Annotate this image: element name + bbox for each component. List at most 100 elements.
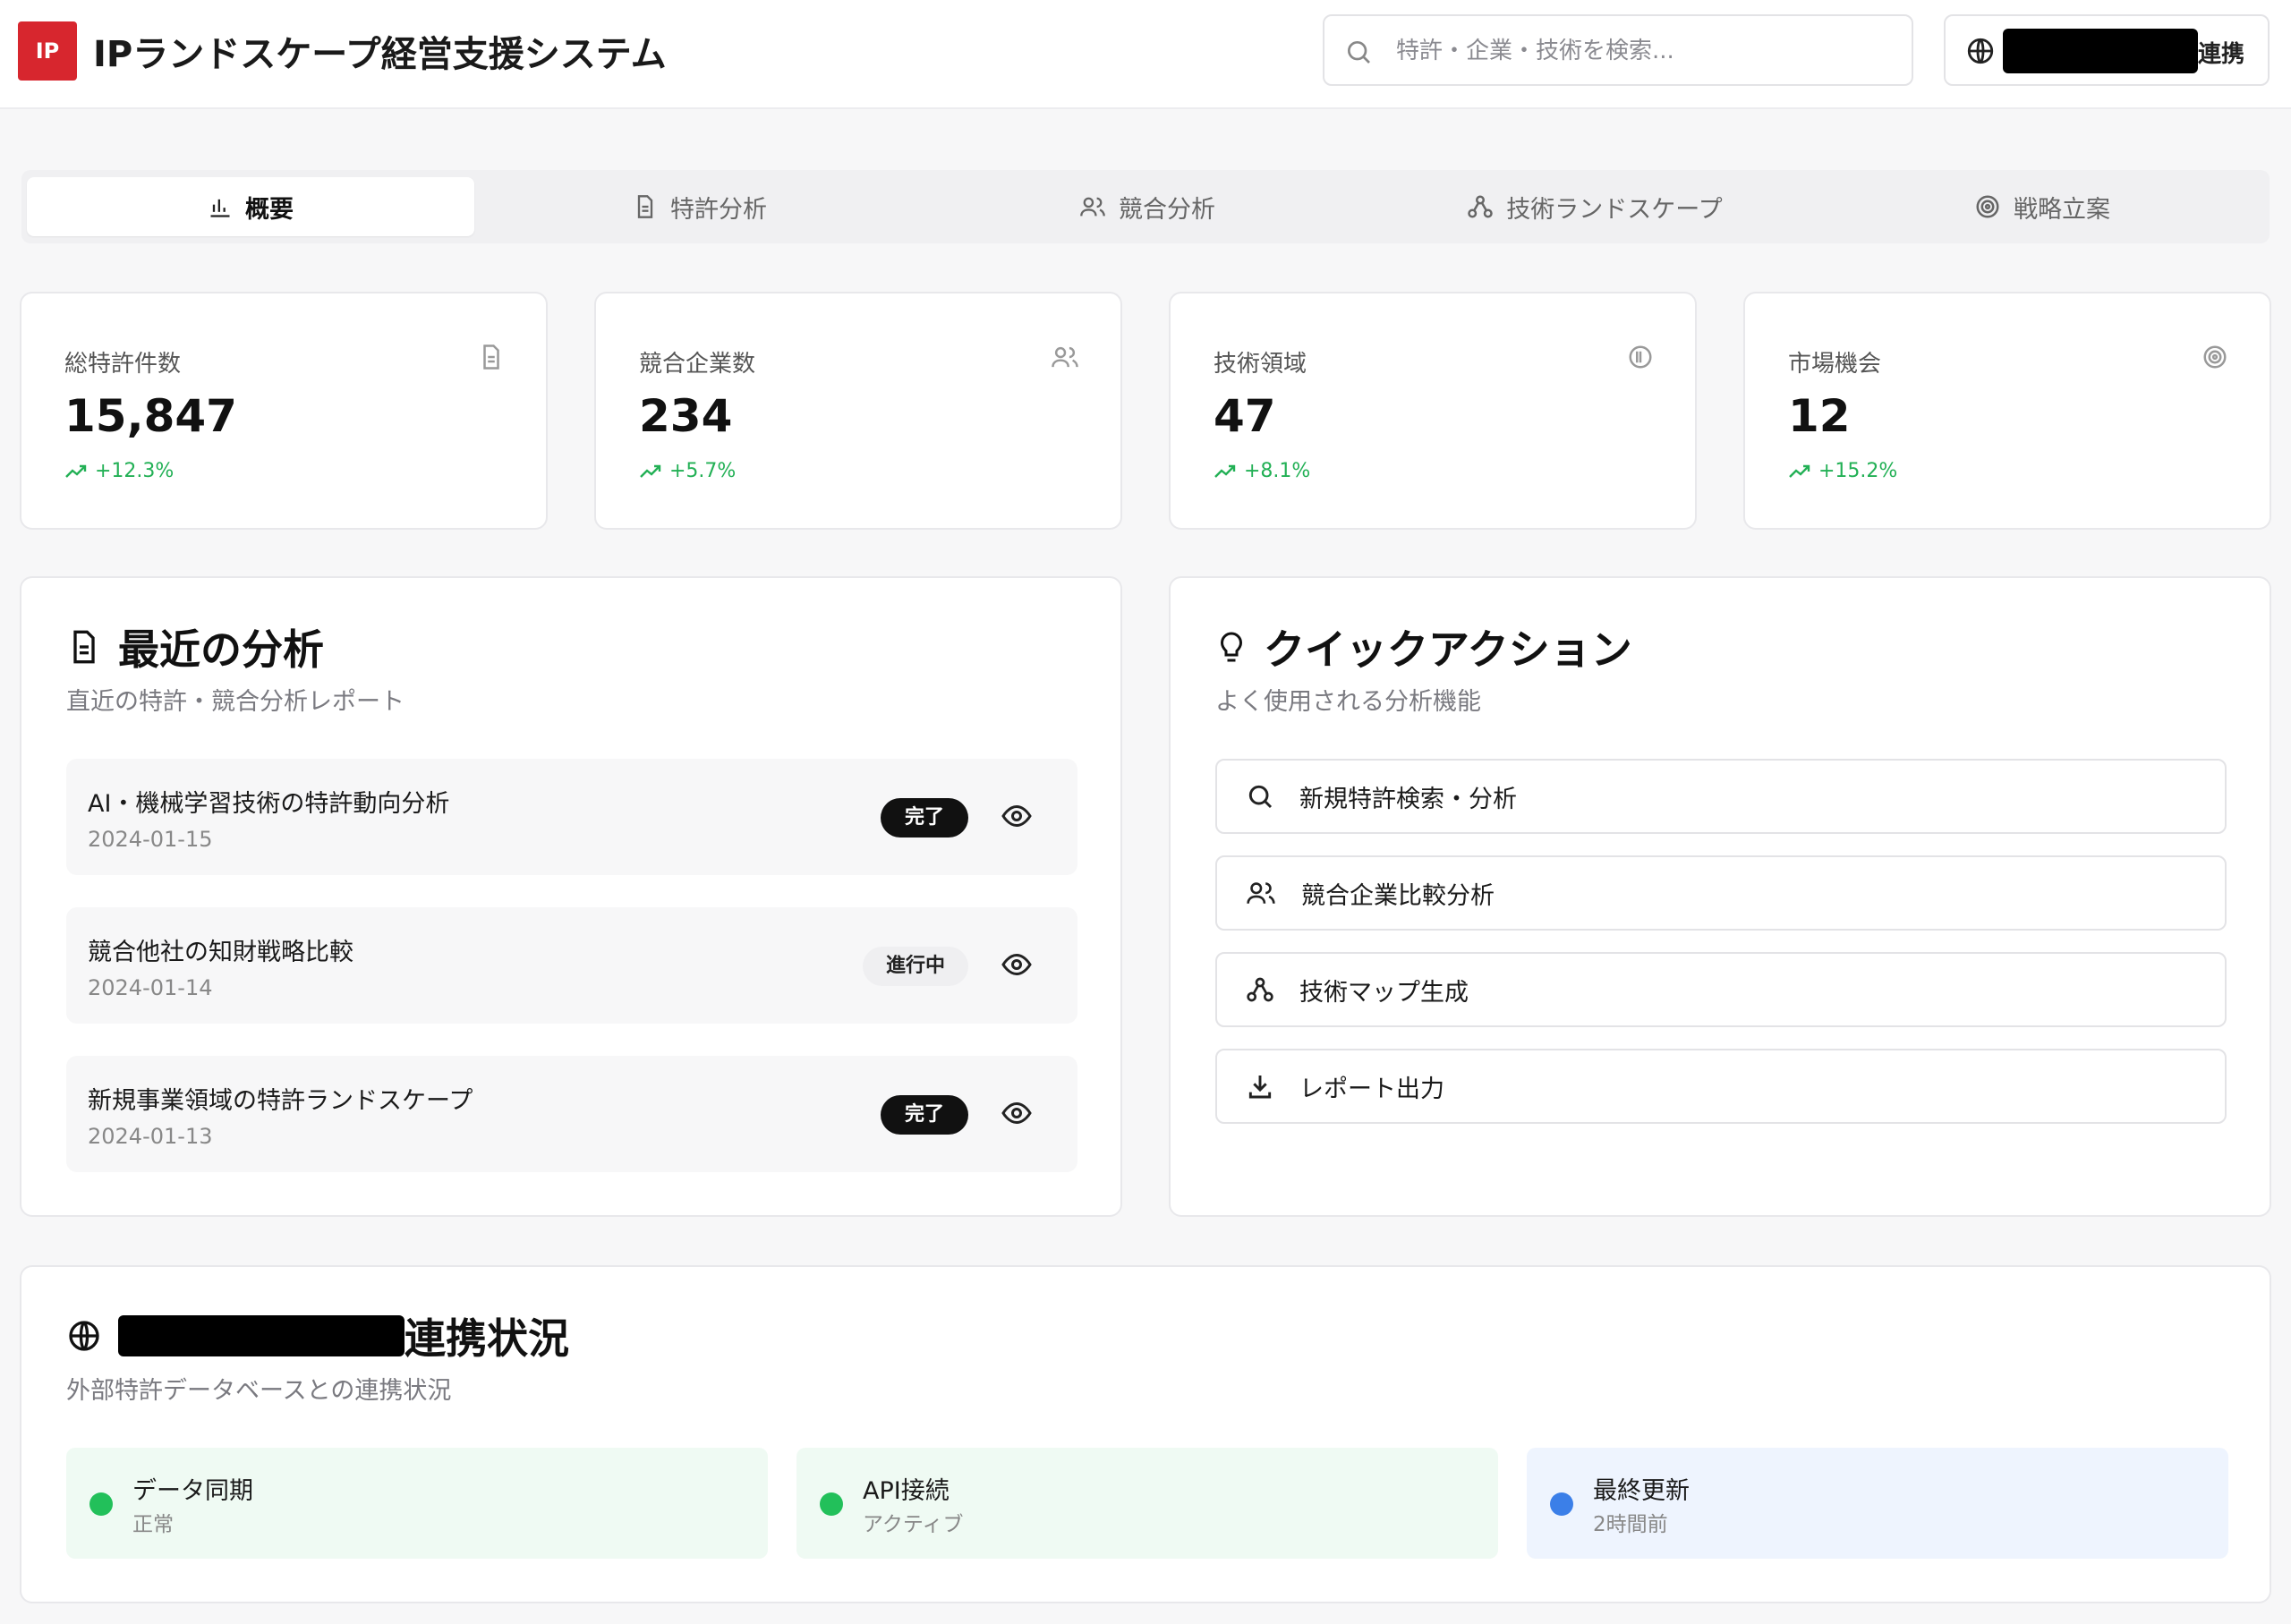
- users-icon: [1247, 882, 1275, 904]
- connect-button[interactable]: 連携: [1944, 14, 2270, 86]
- search-icon: [1248, 785, 1273, 809]
- status-last-update: 最終更新 2時間前: [1527, 1448, 2228, 1559]
- globe-icon: [1967, 38, 1994, 64]
- redacted-service-name: [118, 1315, 405, 1356]
- tab-label: 概要: [245, 195, 294, 224]
- document-icon: [637, 195, 653, 218]
- stat-trend-value: +5.7%: [669, 460, 737, 482]
- tab-patent-analysis[interactable]: 特許分析: [476, 177, 924, 236]
- section-title-text: クイックアクション: [1264, 625, 1632, 674]
- report-row[interactable]: 競合他社の知財戦略比較 2024-01-14 進行中: [66, 907, 1077, 1024]
- status-title: API接続: [863, 1477, 950, 1505]
- action-label: 技術マップ生成: [1299, 978, 1469, 1007]
- report-date: 2024-01-13: [88, 1124, 213, 1149]
- eye-icon[interactable]: [1001, 948, 1033, 981]
- document-icon: [73, 630, 95, 664]
- status-api-connection: API接続 アクティブ: [796, 1448, 1498, 1559]
- users-icon: [1052, 346, 1078, 368]
- action-label: 競合企業比較分析: [1301, 881, 1495, 910]
- report-name: 新規事業領域の特許ランドスケープ: [88, 1087, 473, 1115]
- download-icon: [1248, 1076, 1272, 1099]
- report-row[interactable]: 新規事業領域の特許ランドスケープ 2024-01-13 完了: [66, 1056, 1077, 1172]
- redacted-service-name: [2003, 29, 2198, 73]
- target-icon: [1976, 195, 1999, 218]
- report-date: 2024-01-14: [88, 975, 213, 1000]
- search-input[interactable]: [1396, 30, 1897, 72]
- action-label: レポート出力: [1299, 1075, 1444, 1103]
- stat-trend: +15.2%: [1788, 460, 1897, 482]
- lightbulb-icon: [1220, 632, 1243, 662]
- main-tabs: 概要 特許分析 競合分析 技術ランドスケープ 戦略立案: [21, 170, 2270, 243]
- stat-trend-value: +15.2%: [1818, 460, 1898, 482]
- app-logo[interactable]: IP: [18, 21, 77, 81]
- status-badge: 進行中: [863, 947, 968, 986]
- stat-label: 総特許件数: [64, 351, 182, 378]
- recent-analysis-panel: 最近の分析 直近の特許・競合分析レポート AI・機械学習技術の特許動向分析 20…: [20, 576, 1122, 1217]
- stat-value: 47: [1214, 390, 1276, 442]
- tab-label: 戦略立案: [2014, 195, 2110, 224]
- tab-label: 競合分析: [1119, 195, 1215, 224]
- users-icon: [1080, 197, 1105, 217]
- search-icon: [1348, 41, 1370, 64]
- trending-up-icon: [65, 464, 87, 478]
- stat-card-tech-areas: 技術領域 47 +8.1%: [1169, 292, 1697, 530]
- trending-up-icon: [1789, 464, 1810, 478]
- report-export-button[interactable]: レポート出力: [1215, 1049, 2227, 1124]
- app-title: IPランドスケープ経営支援システム: [93, 34, 667, 75]
- stat-label: 競合企業数: [639, 351, 756, 378]
- status-value: アクティブ: [863, 1513, 964, 1536]
- status-dot: [1550, 1492, 1573, 1516]
- globe-icon: [69, 1321, 99, 1351]
- quick-actions-panel: クイックアクション よく使用される分析機能 新規特許検索・分析 競合企業比較分析…: [1169, 576, 2271, 1217]
- stat-trend: +8.1%: [1214, 460, 1310, 482]
- trending-up-icon: [640, 464, 661, 478]
- quick-actions-subtitle: よく使用される分析機能: [1215, 688, 1481, 716]
- network-icon: [1247, 977, 1273, 1002]
- stat-value: 12: [1788, 390, 1851, 442]
- tab-tech-landscape[interactable]: 技術ランドスケープ: [1371, 177, 1818, 236]
- stat-label: 市場機会: [1788, 351, 1882, 378]
- stat-trend-value: +12.3%: [95, 460, 175, 482]
- action-label: 新規特許検索・分析: [1299, 785, 1517, 813]
- stat-card-market-opportunities: 市場機会 12 +15.2%: [1743, 292, 2271, 530]
- status-badge: 完了: [881, 798, 968, 838]
- status-value: 正常: [132, 1513, 174, 1536]
- quick-actions-title: クイックアクション: [1215, 617, 1632, 676]
- competitor-compare-button[interactable]: 競合企業比較分析: [1215, 855, 2227, 931]
- integration-title-text: 連携状況: [118, 1306, 569, 1365]
- app-header: IP IPランドスケープ経営支援システム 連携: [0, 0, 2291, 109]
- report-row[interactable]: AI・機械学習技術の特許動向分析 2024-01-15 完了: [66, 759, 1077, 875]
- connect-label: 連携: [2198, 41, 2245, 68]
- eye-icon[interactable]: [1001, 800, 1033, 832]
- integration-status-panel: 連携状況 外部特許データベースとの連携状況 データ同期 正常 API接続 アクテ…: [20, 1265, 2271, 1603]
- tab-strategy[interactable]: 戦略立案: [1818, 177, 2266, 236]
- status-title: データ同期: [132, 1477, 253, 1505]
- tab-competitor-analysis[interactable]: 競合分析: [924, 177, 1371, 236]
- status-value: 2時間前: [1593, 1513, 1668, 1536]
- stat-trend: +12.3%: [64, 460, 174, 482]
- tab-overview[interactable]: 概要: [27, 177, 474, 236]
- integration-title-suffix: 連携状況: [405, 1314, 569, 1363]
- stat-value: 234: [639, 390, 733, 442]
- target-icon: [2203, 345, 2227, 369]
- recent-analysis-subtitle: 直近の特許・競合分析レポート: [66, 688, 405, 716]
- document-icon: [483, 344, 499, 370]
- search-box[interactable]: [1323, 14, 1913, 86]
- tab-label: 特許分析: [670, 195, 767, 224]
- tech-map-button[interactable]: 技術マップ生成: [1215, 952, 2227, 1027]
- stat-value: 15,847: [64, 390, 237, 442]
- eye-icon[interactable]: [1001, 1097, 1033, 1129]
- stat-card-total-patents: 総特許件数 15,847 +12.3%: [20, 292, 548, 530]
- report-name: AI・機械学習技術の特許動向分析: [88, 790, 450, 818]
- new-patent-search-button[interactable]: 新規特許検索・分析: [1215, 759, 2227, 834]
- network-icon: [1468, 195, 1494, 218]
- status-badge: 完了: [881, 1095, 968, 1135]
- stat-label: 技術領域: [1214, 351, 1307, 378]
- report-name: 競合他社の知財戦略比較: [88, 939, 353, 966]
- stat-trend: +5.7%: [639, 460, 736, 482]
- integration-status-title: 連携状況: [66, 1306, 569, 1365]
- stat-trend-value: +8.1%: [1244, 460, 1311, 482]
- tab-label: 技術ランドスケープ: [1506, 195, 1723, 224]
- status-data-sync: データ同期 正常: [66, 1448, 768, 1559]
- status-dot: [89, 1492, 113, 1516]
